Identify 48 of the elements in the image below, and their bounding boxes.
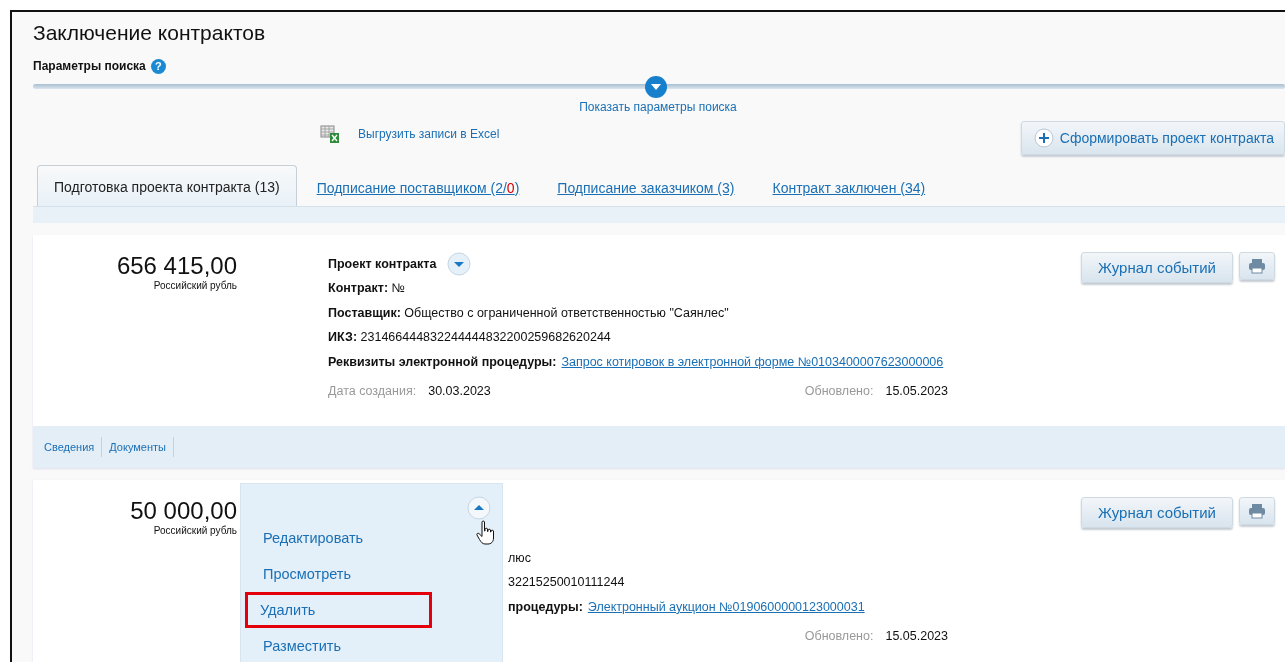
updated-label: Обновлено: [804, 384, 874, 398]
card-tab[interactable]: Сведения [37, 437, 103, 457]
updated-date: 15.05.2023 [885, 629, 948, 643]
menu-item[interactable]: Удалить [245, 592, 432, 628]
create-contract-button[interactable]: Сформировать проект контракта [1020, 121, 1285, 155]
field-label: Реквизиты электронной процедуры: [328, 354, 557, 369]
event-log-button[interactable]: Журнал событий [1081, 497, 1233, 528]
procedure-link[interactable]: Запрос котировок в электронной форме №0103400007623000006 [561, 354, 944, 369]
help-icon[interactable]: ? [150, 58, 166, 74]
contract-amount: 656 415,00 [115, 252, 237, 280]
plus-icon [1033, 128, 1054, 148]
currency-label: Российский рубль [152, 280, 237, 291]
contract-title: Проект контракта [328, 257, 437, 271]
tab[interactable]: Подготовка проекта контракта (13) [37, 165, 297, 206]
card-tab[interactable]: Документы [102, 437, 174, 457]
collapse-toggle-icon[interactable] [467, 496, 491, 520]
field-label: процедуры: [508, 599, 583, 614]
menu-item[interactable]: Разместить [241, 628, 432, 662]
expand-toggle-icon[interactable] [645, 76, 667, 98]
field-text: Поставщик: Общество с ограниченной ответственностью "Саянлес" [328, 305, 729, 320]
printer-icon [1248, 503, 1266, 519]
printer-icon [1248, 258, 1266, 274]
updated-label: Обновлено: [804, 629, 874, 643]
field-text: 32215250010111244 [508, 575, 625, 590]
hand-cursor-icon [476, 520, 496, 546]
menu-item[interactable]: Просмотреть [241, 556, 432, 592]
spreadsheet-icon[interactable] [320, 124, 340, 144]
print-button[interactable] [1239, 252, 1275, 280]
page-title: Заключение контрактов [33, 20, 267, 46]
updated-date: 15.05.2023 [885, 384, 948, 398]
tab[interactable]: Контракт заключен (34) [752, 180, 944, 206]
field-text: Контракт: № [328, 281, 405, 296]
currency-label: Российский рубль [152, 525, 237, 536]
print-button[interactable] [1239, 497, 1275, 525]
tab[interactable]: Подписание поставщиком (2/0) [296, 180, 538, 206]
menu-item[interactable]: Редактировать [241, 520, 432, 556]
dropdown-toggle-icon[interactable] [447, 252, 472, 276]
show-params-link[interactable]: Показать параметры поиска [579, 100, 737, 114]
created-date: 30.03.2023 [428, 384, 491, 398]
export-excel-link[interactable]: Выгрузить записи в Excel [358, 127, 500, 141]
procedure-link[interactable]: Электронный аукцион №0190600000123000031 [587, 599, 865, 614]
field-text: ИКЗ: 231466444832244444832200259682620244 [328, 330, 611, 345]
contract-amount: 50 000,00 [129, 497, 237, 525]
search-params-label: Параметры поиска [33, 59, 146, 73]
field-text: люс [508, 550, 531, 565]
tab[interactable]: Подписание заказчиком (3) [537, 180, 753, 206]
event-log-button[interactable]: Журнал событий [1081, 252, 1233, 283]
created-label: Дата создания: [328, 384, 417, 398]
